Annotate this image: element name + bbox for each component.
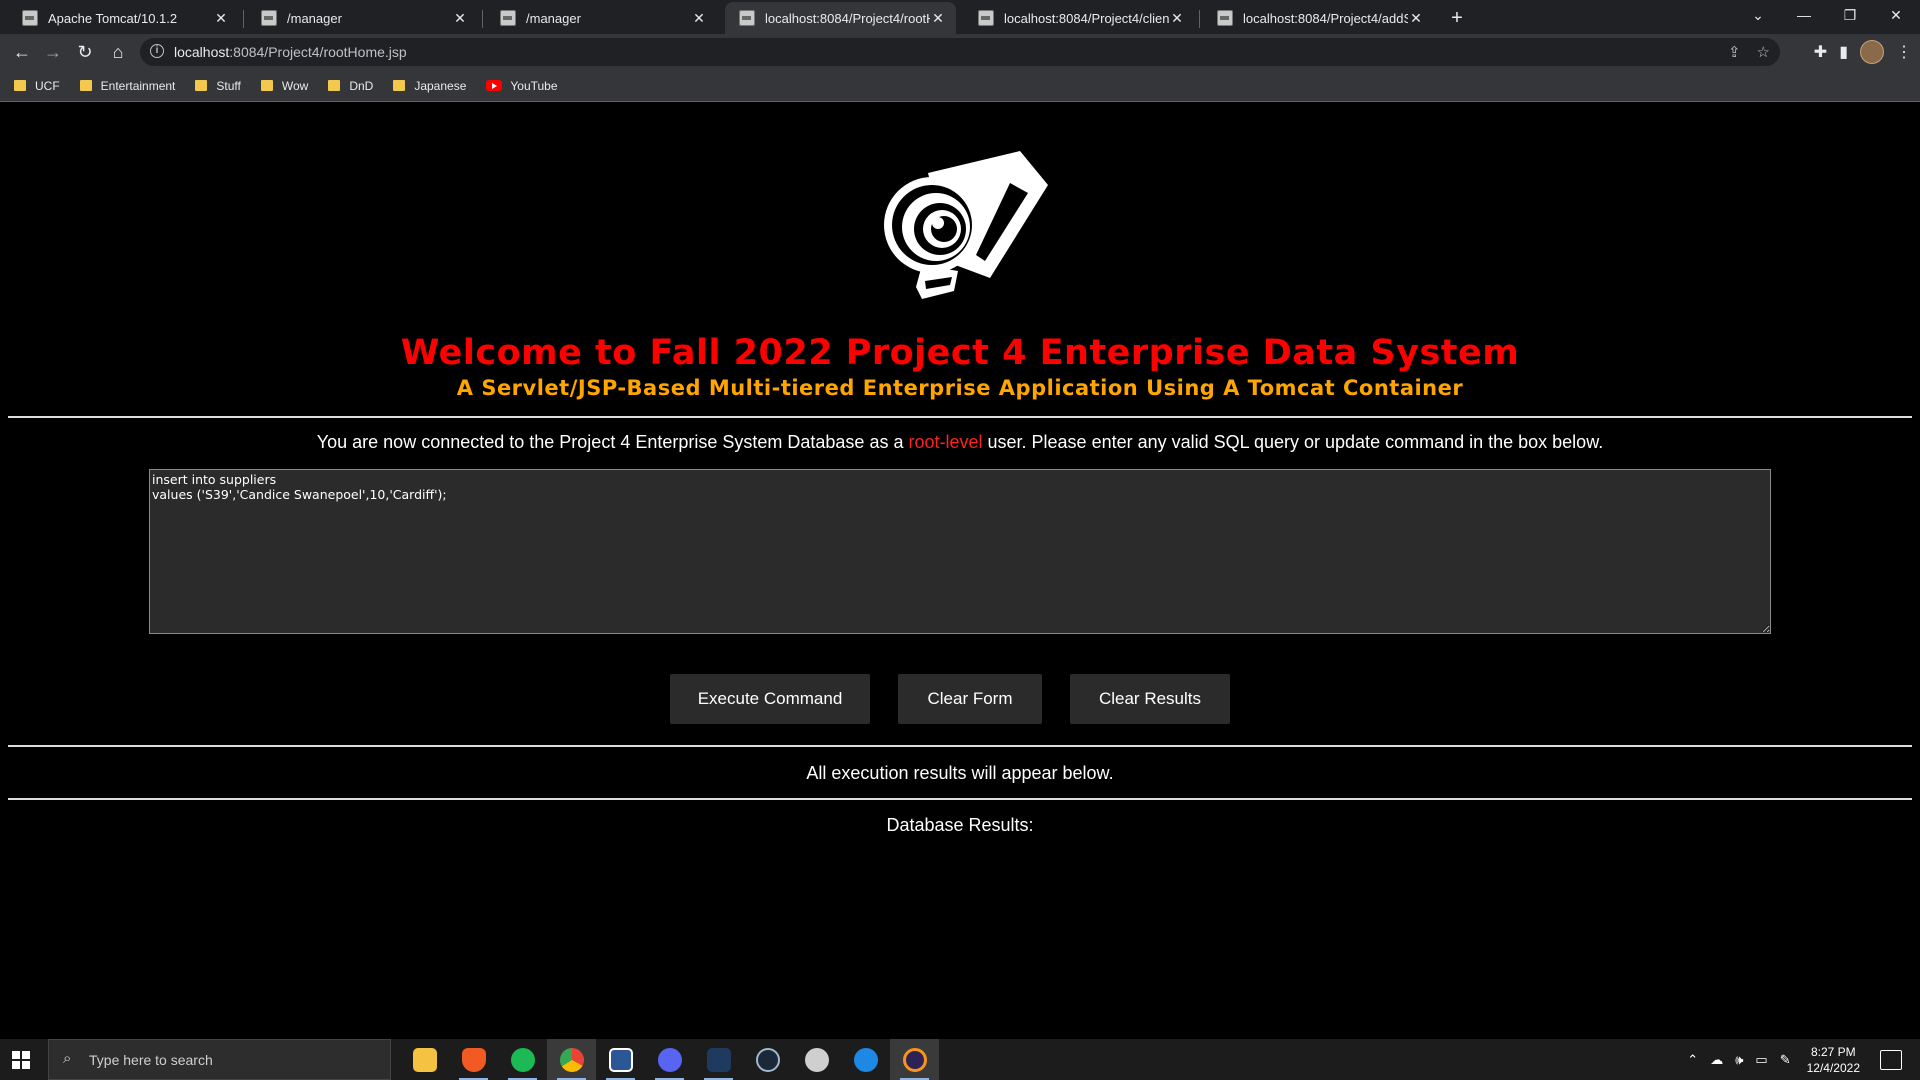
user-role: root-level — [908, 432, 983, 452]
security-icon[interactable] — [792, 1039, 841, 1080]
back-icon[interactable]: ← — [10, 40, 34, 64]
brave-icon[interactable] — [449, 1039, 498, 1080]
tomcat-logo-icon — [884, 151, 1048, 299]
tomcat-favicon-icon — [261, 10, 277, 26]
divider — [8, 416, 1912, 418]
site-info-icon[interactable]: i — [150, 44, 164, 58]
close-tab-icon[interactable]: ✕ — [213, 10, 229, 27]
home-icon[interactable]: ⌂ — [106, 40, 130, 64]
clear-form-button[interactable]: Clear Form — [898, 674, 1042, 724]
reload-icon[interactable]: ↻ — [73, 40, 97, 64]
bookmark-youtube[interactable]: YouTube — [486, 79, 558, 93]
browser-tab-active[interactable]: localhost:8084/Project4/rootHom ✕ — [725, 2, 956, 34]
close-tab-icon[interactable]: ✕ — [930, 10, 946, 27]
extensions-icon[interactable]: ✚ — [1814, 42, 1827, 62]
forward-icon[interactable]: → — [41, 40, 65, 64]
code-editor-icon[interactable] — [596, 1039, 645, 1080]
bookmark-japanese[interactable]: Japanese — [393, 79, 466, 93]
sql-query-input[interactable] — [149, 469, 1771, 634]
page-subtitle: A Servlet/JSP-Based Multi-tiered Enterpr… — [456, 376, 1464, 400]
chevron-up-icon[interactable]: ⌃ — [1687, 1052, 1698, 1068]
bookmark-entertainment[interactable]: Entertainment — [79, 79, 175, 93]
eclipse-icon[interactable] — [890, 1039, 939, 1080]
clock[interactable]: 8:27 PM 12/4/2022 — [1807, 1044, 1860, 1076]
tab-strip: Apache Tomcat/10.1.2 ✕ /manager ✕ /manag… — [0, 0, 1920, 34]
address-bar[interactable]: i localhost:8084/Project4/rootHome.jsp ⇪… — [140, 38, 1780, 66]
tab-title: localhost:8084/Project4/rootHom — [765, 10, 930, 26]
tab-title: /manager — [287, 10, 342, 26]
discord-icon[interactable] — [645, 1039, 694, 1080]
close-tab-icon[interactable]: ✕ — [691, 10, 707, 27]
close-tab-icon[interactable]: ✕ — [1169, 10, 1185, 27]
divider — [8, 798, 1912, 800]
tomcat-favicon-icon — [739, 10, 755, 26]
tab-search-chevron-icon[interactable]: ⌄ — [1735, 7, 1781, 24]
taskbar-search-box[interactable]: ⌕ Type here to search — [48, 1039, 391, 1080]
tomcat-favicon-icon — [978, 10, 994, 26]
side-panel-icon[interactable]: ▮ — [1839, 42, 1848, 62]
chrome-icon[interactable] — [547, 1039, 596, 1080]
volume-icon[interactable]: 🕪 — [1735, 1052, 1743, 1068]
tomcat-favicon-icon — [1217, 10, 1233, 26]
bookmark-wow[interactable]: Wow — [260, 79, 308, 93]
bookmark-star-icon[interactable]: ☆ — [1757, 43, 1770, 61]
browser-tab[interactable]: /manager ✕ — [486, 2, 717, 34]
tomcat-favicon-icon — [22, 10, 38, 26]
page-title: Welcome to Fall 2022 Project 4 Enterpris… — [400, 333, 1520, 373]
tab-title: /manager — [526, 10, 581, 26]
page-content: Welcome to Fall 2022 Project 4 Enterpris… — [0, 103, 1920, 1039]
browser-toolbar: ← → ↻ ⌂ i localhost:8084/Project4/rootHo… — [0, 34, 1920, 70]
menu-kebab-icon[interactable]: ⋮ — [1896, 42, 1912, 62]
execute-command-button[interactable]: Execute Command — [670, 674, 870, 724]
share-icon[interactable]: ⇪ — [1728, 43, 1741, 61]
bookmark-ucf[interactable]: UCF — [14, 79, 60, 93]
folder-icon — [14, 80, 26, 91]
folder-icon — [393, 80, 406, 91]
system-tray: ⌃ ☁ 🕪 ▭ ✎ 8:27 PM 12/4/2022 — [1681, 1039, 1920, 1080]
browser-tab[interactable]: Apache Tomcat/10.1.2 ✕ — [8, 2, 244, 34]
minimize-icon[interactable]: — — [1781, 7, 1827, 23]
close-tab-icon[interactable]: ✕ — [452, 10, 468, 27]
close-window-icon[interactable]: ✕ — [1873, 7, 1919, 24]
folder-icon — [195, 80, 208, 91]
search-icon: ⌕ — [63, 1050, 72, 1067]
restore-icon[interactable]: ❐ — [1827, 7, 1873, 24]
visual-studio-icon[interactable] — [694, 1039, 743, 1080]
windows-start-icon[interactable] — [12, 1051, 30, 1069]
connection-message: You are now connected to the Project 4 E… — [316, 432, 1604, 452]
window-controls: ⌄ — ❐ ✕ — [1735, 0, 1919, 30]
results-note: All execution results will appear below. — [806, 763, 1114, 783]
tab-title: localhost:8084/Project4/clientHo — [1004, 10, 1169, 26]
bookmarks-bar: UCF Entertainment Stuff Wow DnD Japanese… — [0, 70, 1920, 102]
url-text[interactable]: localhost:8084/Project4/rootHome.jsp — [174, 44, 407, 60]
profile-avatar[interactable] — [1860, 40, 1884, 64]
bookmark-stuff[interactable]: Stuff — [195, 79, 241, 93]
close-tab-icon[interactable]: ✕ — [1408, 10, 1424, 27]
tab-title: Apache Tomcat/10.1.2 — [48, 10, 178, 26]
divider — [8, 745, 1912, 747]
folder-icon — [79, 80, 92, 91]
file-explorer-icon[interactable] — [400, 1039, 449, 1080]
youtube-icon — [486, 80, 503, 91]
folder-icon — [260, 80, 273, 91]
pen-icon[interactable]: ✎ — [1780, 1052, 1791, 1068]
app-store-icon[interactable] — [841, 1039, 890, 1080]
new-tab-button[interactable]: + — [1442, 2, 1472, 34]
tab-title: localhost:8084/Project4/addSupp — [1243, 10, 1408, 26]
notification-icon[interactable] — [1880, 1049, 1902, 1070]
browser-tab[interactable]: /manager ✕ — [247, 2, 483, 34]
clear-results-button[interactable]: Clear Results — [1070, 674, 1230, 724]
steam-icon[interactable] — [743, 1039, 792, 1080]
network-icon[interactable]: ▭ — [1755, 1052, 1767, 1068]
spotify-icon[interactable] — [498, 1039, 547, 1080]
folder-icon — [328, 80, 341, 91]
browser-tab[interactable]: localhost:8084/Project4/addSupp ✕ — [1203, 2, 1434, 34]
windows-taskbar: ⌕ Type here to search ⌃ ☁ 🕪 ▭ ✎ 8:27 PM … — [0, 1039, 1920, 1080]
weather-icon[interactable]: ☁ — [1710, 1052, 1723, 1068]
tomcat-favicon-icon — [500, 10, 516, 26]
browser-tab[interactable]: localhost:8084/Project4/clientHo ✕ — [964, 2, 1200, 34]
database-results-label: Database Results: — [886, 815, 1034, 835]
bookmark-dnd[interactable]: DnD — [328, 79, 373, 93]
